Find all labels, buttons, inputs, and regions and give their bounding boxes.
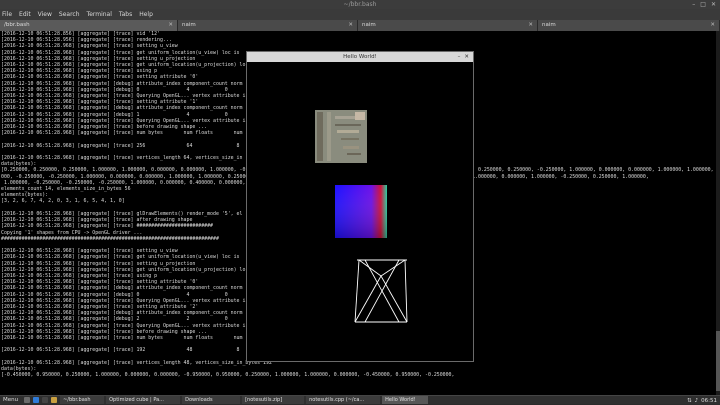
gl-window-title: Hello World!	[343, 54, 377, 60]
tab-label: naim	[182, 22, 196, 28]
textured-quad	[315, 110, 367, 163]
menu-view[interactable]: View	[38, 11, 52, 18]
color-cube	[335, 185, 387, 238]
terminal-icon[interactable]	[42, 397, 49, 403]
menu-tabs[interactable]: Tabs	[119, 11, 132, 18]
close-tab-icon[interactable]: ✕	[710, 20, 715, 31]
gl-window-titlebar[interactable]: Hello World! – ✕	[247, 52, 473, 62]
terminal-scrollbar[interactable]	[716, 31, 720, 395]
tab-naim-1[interactable]: naim ✕	[178, 20, 358, 31]
close-icon[interactable]: ✕	[711, 0, 716, 9]
task-notesutils-zip[interactable]: [notesutils.zip]	[242, 396, 305, 404]
menu-terminal[interactable]: Terminal	[87, 11, 112, 18]
tab-bar: /bbr.bash ✕ naim ✕ naim ✕ naim ✕	[0, 20, 720, 31]
tab-label: naim	[542, 22, 556, 28]
maximize-icon[interactable]: □	[700, 0, 706, 9]
gl-window[interactable]: Hello World! – ✕	[246, 51, 474, 362]
task-terminal[interactable]: ~/bbr.bash	[60, 396, 105, 404]
tab-bbr-bash[interactable]: /bbr.bash ✕	[0, 20, 178, 31]
task-downloads[interactable]: Downloads	[182, 396, 241, 404]
wireframe-shape	[354, 259, 408, 323]
menu-file[interactable]: File	[2, 11, 12, 18]
task-optimized-cube[interactable]: Optimized cube | Pa...	[106, 396, 181, 404]
task-hello-world[interactable]: Hello World!	[382, 396, 429, 404]
tab-label: /bbr.bash	[4, 22, 30, 28]
close-tab-icon[interactable]: ✕	[348, 20, 353, 31]
gl-render-canvas	[315, 110, 408, 323]
tab-naim-3[interactable]: naim ✕	[538, 20, 720, 31]
volume-icon[interactable]: ♪	[695, 398, 699, 404]
browser-icon[interactable]	[33, 397, 40, 403]
menu-edit[interactable]: Edit	[19, 11, 31, 18]
tab-label: naim	[362, 22, 376, 28]
window-titlebar: ~/bbr.bash – □ ✕	[0, 0, 720, 9]
window-title: ~/bbr.bash	[343, 1, 377, 8]
close-tab-icon[interactable]: ✕	[168, 20, 173, 31]
files-icon[interactable]	[51, 397, 58, 403]
start-menu-button[interactable]: Menu	[3, 397, 18, 403]
network-icon[interactable]: ⇅	[687, 398, 692, 404]
clock[interactable]: 06:51	[701, 398, 717, 404]
minimize-icon[interactable]: –	[458, 52, 461, 62]
show-desktop-icon[interactable]	[24, 397, 31, 403]
menu-bar: File Edit View Search Terminal Tabs Help	[0, 9, 720, 20]
menu-help[interactable]: Help	[139, 11, 153, 18]
close-tab-icon[interactable]: ✕	[528, 20, 533, 31]
menu-search[interactable]: Search	[59, 11, 80, 18]
taskbar: Menu ~/bbr.bash Optimized cube | Pa... D…	[0, 395, 720, 404]
task-notesutils-cpp[interactable]: notesutils.cpp (~/ca...	[306, 396, 381, 404]
close-icon[interactable]: ✕	[464, 52, 469, 62]
tab-naim-2[interactable]: naim ✕	[358, 20, 538, 31]
minimize-icon[interactable]: –	[692, 0, 695, 9]
scrollbar-thumb[interactable]	[716, 331, 720, 391]
